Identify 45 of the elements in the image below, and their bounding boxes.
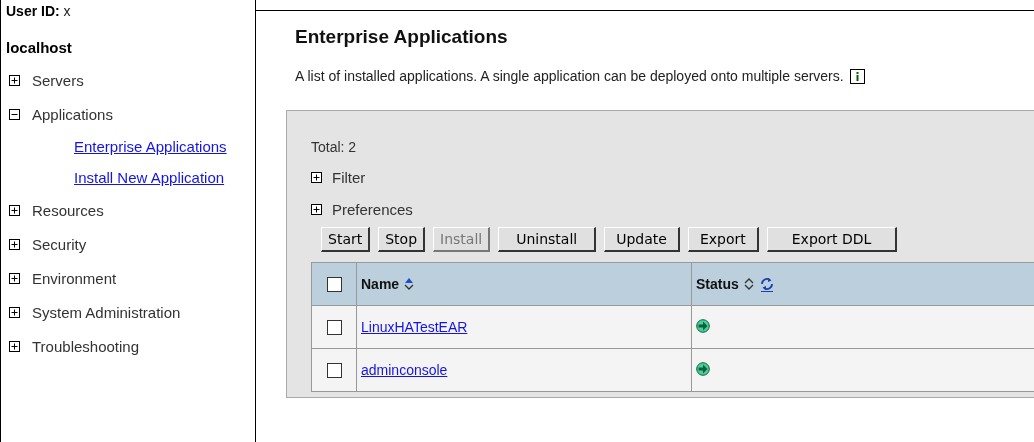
section-toggle[interactable]: Preferences <box>332 200 413 218</box>
expand-icon[interactable] <box>9 306 20 318</box>
nav-item[interactable]: Servers <box>32 71 84 89</box>
page-title: Enterprise Applications <box>295 26 509 48</box>
expand-icon[interactable] <box>9 204 20 216</box>
nav-item[interactable]: Troubleshooting <box>32 337 139 355</box>
row-checkbox[interactable] <box>326 320 342 336</box>
application-link[interactable]: LinuxHATestEAR <box>361 319 468 335</box>
action-button[interactable]: Update <box>604 227 680 252</box>
nav-item[interactable]: Applications <box>32 105 113 123</box>
nav-link[interactable]: Install New Application <box>74 169 225 186</box>
nav-link[interactable]: Enterprise Applications <box>74 138 227 155</box>
nav-item[interactable]: System Administration <box>32 303 181 321</box>
action-button[interactable]: Export DDL <box>766 227 898 252</box>
arrow-icon <box>696 318 710 333</box>
application-link[interactable]: adminconsole <box>361 362 448 378</box>
expand-icon[interactable] <box>9 340 20 352</box>
action-button[interactable]: Uninstall <box>498 227 597 252</box>
expand-icon[interactable] <box>9 74 20 86</box>
arrow-icon <box>696 361 710 376</box>
expand-icon[interactable] <box>9 238 20 250</box>
section-toggle[interactable]: Filter <box>332 168 366 186</box>
action-button[interactable]: Start <box>321 227 371 252</box>
row-checkbox[interactable] <box>326 363 342 379</box>
sort-icon[interactable] <box>404 277 415 291</box>
user-id-value: x <box>63 3 71 19</box>
column-header[interactable]: Name <box>361 276 400 292</box>
collapse-icon[interactable] <box>9 108 20 120</box>
expand-icon[interactable] <box>311 171 322 183</box>
expand-icon[interactable] <box>311 203 322 215</box>
sort-icon[interactable] <box>743 277 754 291</box>
action-button[interactable]: Stop <box>378 227 426 252</box>
total-count: Total: 2 <box>311 139 358 155</box>
nav-item[interactable]: Environment <box>32 269 117 287</box>
nav-item[interactable]: Resources <box>32 201 104 219</box>
info-icon[interactable] <box>849 68 865 84</box>
page-description: A list of installed applications. A single application can be deployed onto multiple servers. <box>295 68 844 84</box>
expand-icon[interactable] <box>9 272 20 284</box>
refresh-icon[interactable] <box>758 276 775 292</box>
user-id-label: User ID: <box>6 3 60 19</box>
nav-item[interactable]: Security <box>32 235 87 253</box>
action-button[interactable]: Export <box>687 227 759 252</box>
host-name: localhost <box>6 39 73 56</box>
select-all-checkbox[interactable] <box>326 277 342 293</box>
column-header[interactable]: Status <box>696 276 739 292</box>
